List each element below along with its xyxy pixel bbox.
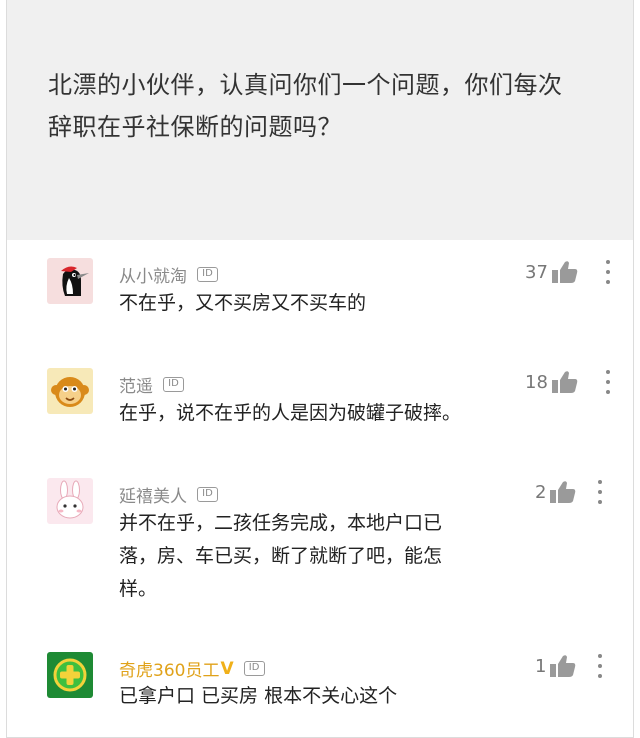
question-text: 北漂的小伙伴，认真问你们一个问题，你们每次 辞职在乎社保断的问题吗？ bbox=[48, 64, 608, 148]
comment-user-row: 奇虎360员工 V ID bbox=[119, 656, 265, 681]
comment-item: 从小就淘 ID 不在乎，又不买房又不买车的 37 bbox=[7, 240, 633, 350]
more-vertical-icon[interactable] bbox=[603, 260, 613, 284]
comment-page: 北漂的小伙伴，认真问你们一个问题，你们每次 辞职在乎社保断的问题吗？ 从小就淘 … bbox=[6, 0, 634, 738]
comment-user-row: 从小就淘 ID bbox=[119, 262, 218, 287]
comment-username[interactable]: 范遥 bbox=[119, 372, 153, 397]
comment-item: 奇虎360员工 V ID 已拿户口 已买房 根本不关心这个 1 bbox=[7, 638, 633, 738]
verified-icon: V bbox=[220, 658, 234, 679]
comment-text: 已拿户口 已买房 根本不关心这个 bbox=[119, 680, 499, 713]
comment-user-row: 延禧美人 ID bbox=[119, 482, 218, 507]
comment-item: 范遥 ID 在乎，说不在乎的人是因为破罐子破摔。 18 bbox=[7, 350, 633, 460]
id-badge-icon: ID bbox=[163, 377, 184, 392]
comment-username[interactable]: 延禧美人 bbox=[119, 482, 187, 507]
thumbs-up-icon bbox=[551, 261, 578, 283]
id-badge-icon: ID bbox=[243, 661, 265, 676]
comment-text-line: 已拿户口 已买房 根本不关心这个 bbox=[119, 685, 398, 707]
id-badge-icon: ID bbox=[197, 267, 218, 282]
more-vertical-icon[interactable] bbox=[595, 654, 605, 678]
thumbs-up-icon bbox=[550, 481, 576, 503]
like-count: 37 bbox=[525, 261, 548, 283]
like-button[interactable]: 1 bbox=[535, 654, 576, 678]
question-line-1: 北漂的小伙伴，认真问你们一个问题，你们每次 bbox=[48, 71, 563, 99]
like-button[interactable]: 2 bbox=[535, 480, 576, 504]
comment-text-line: 样。 bbox=[119, 578, 158, 600]
like-count: 2 bbox=[535, 481, 547, 503]
like-button[interactable]: 37 bbox=[525, 260, 578, 284]
comment-username[interactable]: 从小就淘 bbox=[119, 262, 187, 287]
comment-text-line: 落，房、车已买，断了就断了吧，能怎 bbox=[119, 545, 443, 567]
comment-text-line: 并不在乎，二孩任务完成，本地户口已 bbox=[119, 512, 443, 534]
comment-text: 不在乎，又不买房又不买车的 bbox=[119, 287, 479, 320]
comment-text-line: 不在乎，又不买房又不买车的 bbox=[119, 292, 367, 314]
woodpecker-avatar-icon[interactable] bbox=[47, 258, 93, 304]
thumbs-up-icon bbox=[550, 655, 576, 677]
monkey-avatar-icon[interactable] bbox=[47, 368, 93, 414]
comment-text: 并不在乎，二孩任务完成，本地户口已 落，房、车已买，断了就断了吧，能怎 样。 bbox=[119, 507, 489, 606]
like-button[interactable]: 18 bbox=[525, 370, 578, 394]
comment-username[interactable]: 奇虎360员工 bbox=[119, 656, 219, 681]
comment-text: 在乎，说不在乎的人是因为破罐子破摔。 bbox=[119, 397, 539, 430]
360-logo-avatar-icon[interactable] bbox=[47, 652, 93, 698]
id-badge-icon: ID bbox=[197, 487, 218, 502]
question-card: 北漂的小伙伴，认真问你们一个问题，你们每次 辞职在乎社保断的问题吗？ bbox=[7, 0, 633, 240]
rabbit-avatar-icon[interactable] bbox=[47, 478, 93, 524]
like-count: 18 bbox=[525, 371, 548, 393]
comment-text-line: 在乎，说不在乎的人是因为破罐子破摔。 bbox=[119, 402, 462, 424]
more-vertical-icon[interactable] bbox=[603, 370, 613, 394]
more-vertical-icon[interactable] bbox=[595, 480, 605, 504]
question-line-2: 辞职在乎社保断的问题吗？ bbox=[48, 113, 342, 141]
comment-user-row: 范遥 ID bbox=[119, 372, 184, 397]
thumbs-up-icon bbox=[551, 371, 578, 393]
like-count: 1 bbox=[535, 655, 547, 677]
comment-item: 延禧美人 ID 并不在乎，二孩任务完成，本地户口已 落，房、车已买，断了就断了吧… bbox=[7, 460, 633, 638]
